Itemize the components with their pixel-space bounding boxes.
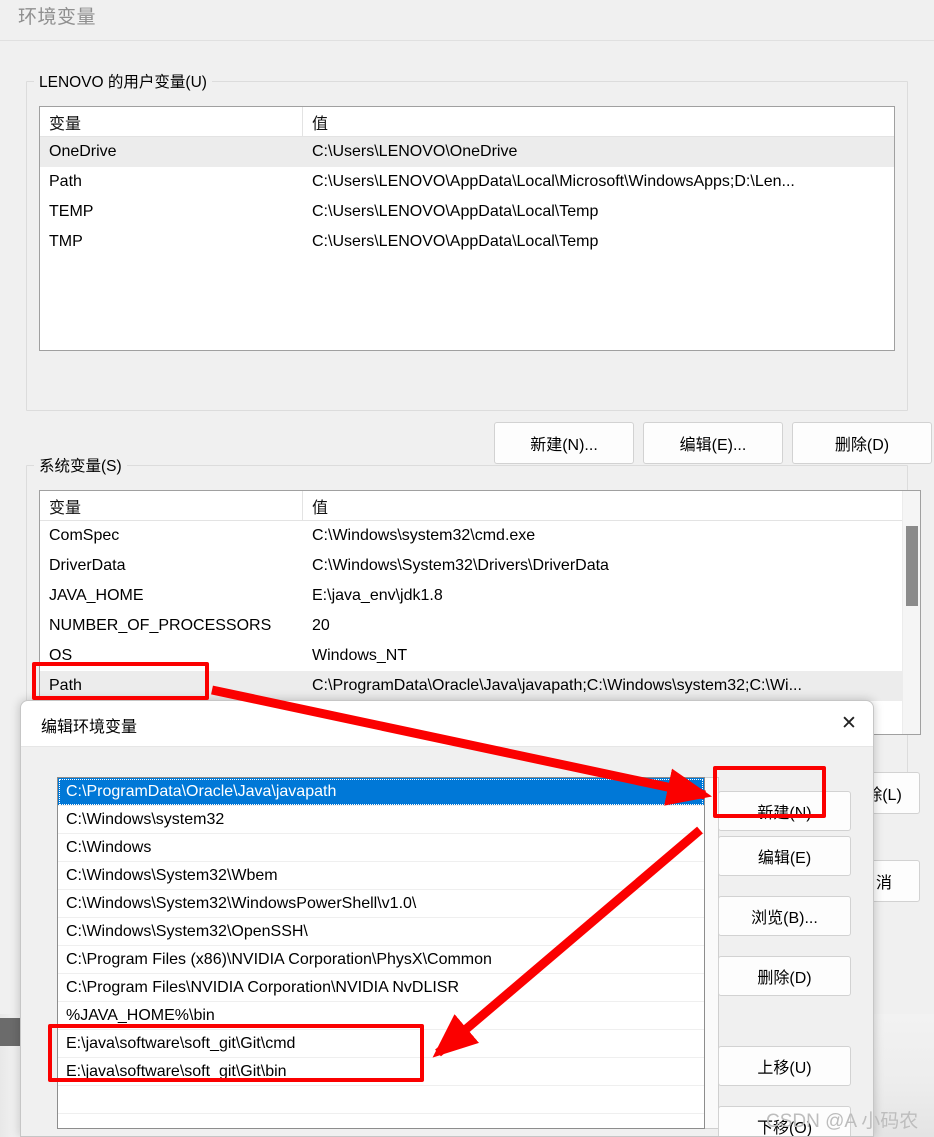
path-list-scrollbar[interactable] [705,777,719,1129]
table-row[interactable]: NUMBER_OF_PROCESSORS 20 [40,611,920,641]
path-browse-button[interactable]: 浏览(B)... [718,896,851,936]
list-item[interactable]: C:\Windows\System32\Wbem [58,862,704,890]
system-var-name: DriverData [49,557,126,574]
path-delete-button[interactable]: 删除(D) [718,956,851,996]
user-edit-button[interactable]: 编辑(E)... [643,422,783,464]
table-row[interactable]: TEMP C:\Users\LENOVO\AppData\Local\Temp [40,197,894,227]
user-var-name: Path [49,173,82,190]
path-move-up-button[interactable]: 上移(U) [718,1046,851,1086]
table-row[interactable]: Path C:\Users\LENOVO\AppData\Local\Micro… [40,167,894,197]
page-title: 环境变量 [18,7,97,28]
list-item[interactable]: C:\Windows\system32 [58,806,704,834]
outer-scrollbar-thumb[interactable] [0,1018,22,1046]
system-var-value: Windows_NT [312,647,408,664]
list-item[interactable]: C:\Windows\System32\OpenSSH\ [58,918,704,946]
user-var-value: C:\Users\LENOVO\AppData\Local\Microsoft\… [312,173,795,190]
path-edit-button[interactable]: 编辑(E) [718,836,851,876]
user-var-name: OneDrive [49,143,117,160]
list-item[interactable]: C:\Program Files (x86)\NVIDIA Corporatio… [58,946,704,974]
csdn-watermark: CSDN @A 小码农 [766,1111,919,1132]
system-var-name: ComSpec [49,527,120,544]
edit-dialog-titlebar: 编辑环境变量 ✕ [21,701,873,747]
system-var-value: C:\Windows\System32\Drivers\DriverData [312,557,609,574]
system-var-name: Path [49,677,82,694]
user-variables-table[interactable]: 变量 值 OneDrive C:\Users\LENOVO\OneDrive P… [39,106,895,351]
list-item[interactable]: E:\java\software\soft_git\Git\cmd [58,1030,704,1058]
table-row[interactable]: ComSpec C:\Windows\system32\cmd.exe [40,521,920,551]
system-var-value: 20 [312,617,330,634]
system-variables-table[interactable]: 变量 值 ComSpec C:\Windows\system32\cmd.exe… [39,490,921,735]
table-row[interactable]: TMP C:\Users\LENOVO\AppData\Local\Temp [40,227,894,257]
path-new-button[interactable]: 新建(N) [718,791,851,831]
list-item[interactable]: %JAVA_HOME%\bin [58,1002,704,1030]
close-icon[interactable]: ✕ [825,701,873,746]
user-variables-group: LENOVO 的用户变量(U) 变量 值 OneDrive C:\Users\L… [26,70,932,464]
list-item[interactable]: E:\java\software\soft_git\Git\bin [58,1058,704,1086]
list-item[interactable]: C:\Program Files\NVIDIA Corporation\NVID… [58,974,704,1002]
system-var-name: JAVA_HOME [49,587,144,604]
table-row[interactable]: Path C:\ProgramData\Oracle\Java\javapath… [40,671,920,701]
system-var-value: C:\ProgramData\Oracle\Java\javapath;C:\W… [312,677,802,694]
system-variables-scrollbar[interactable] [902,491,920,734]
table-row[interactable]: DriverData C:\Windows\System32\Drivers\D… [40,551,920,581]
table-row[interactable]: OS Windows_NT [40,641,920,671]
system-variables-legend: 系统变量(S) [34,454,127,476]
system-variables-scrollbar-thumb[interactable] [906,526,918,606]
path-entries-list[interactable]: C:\ProgramData\Oracle\Java\javapath C:\W… [57,777,705,1129]
user-var-name: TMP [49,233,83,250]
list-item[interactable]: C:\ProgramData\Oracle\Java\javapath [58,778,704,806]
user-variables-header-row: 变量 值 [40,107,894,137]
list-item[interactable]: C:\Windows\System32\WindowsPowerShell\v1… [58,890,704,918]
system-var-name: NUMBER_OF_PROCESSORS [49,617,272,634]
system-variables-col-name: 变量 [40,491,303,520]
user-var-name: TEMP [49,203,94,220]
list-item-empty[interactable] [58,1114,704,1128]
edit-dialog-title: 编辑环境变量 [41,719,138,736]
list-item-empty[interactable] [58,1086,704,1114]
table-row[interactable]: JAVA_HOME E:\java_env\jdk1.8 [40,581,920,611]
system-var-value: E:\java_env\jdk1.8 [312,587,443,604]
table-row[interactable]: OneDrive C:\Users\LENOVO\OneDrive [40,137,894,167]
environment-variables-screen: 环境变量 LENOVO 的用户变量(U) 变量 值 OneDrive C:\Us… [0,0,934,1137]
user-var-value: C:\Users\LENOVO\AppData\Local\Temp [312,203,599,220]
user-var-value: C:\Users\LENOVO\OneDrive [312,143,518,160]
system-variables-header-row: 变量 值 [40,491,920,521]
user-variables-col-value: 值 [312,115,329,133]
system-variables-col-value: 值 [312,499,329,517]
user-var-value: C:\Users\LENOVO\AppData\Local\Temp [312,233,599,250]
edit-environment-variable-dialog: 编辑环境变量 ✕ C:\ProgramData\Oracle\Java\java… [20,700,874,1137]
user-variables-col-name: 变量 [40,107,303,136]
user-new-button[interactable]: 新建(N)... [494,422,634,464]
system-var-value: C:\Windows\system32\cmd.exe [312,527,536,544]
system-var-name: OS [49,647,73,664]
user-variables-legend: LENOVO 的用户变量(U) [34,70,212,92]
list-item[interactable]: C:\Windows [58,834,704,862]
user-delete-button[interactable]: 删除(D) [792,422,932,464]
